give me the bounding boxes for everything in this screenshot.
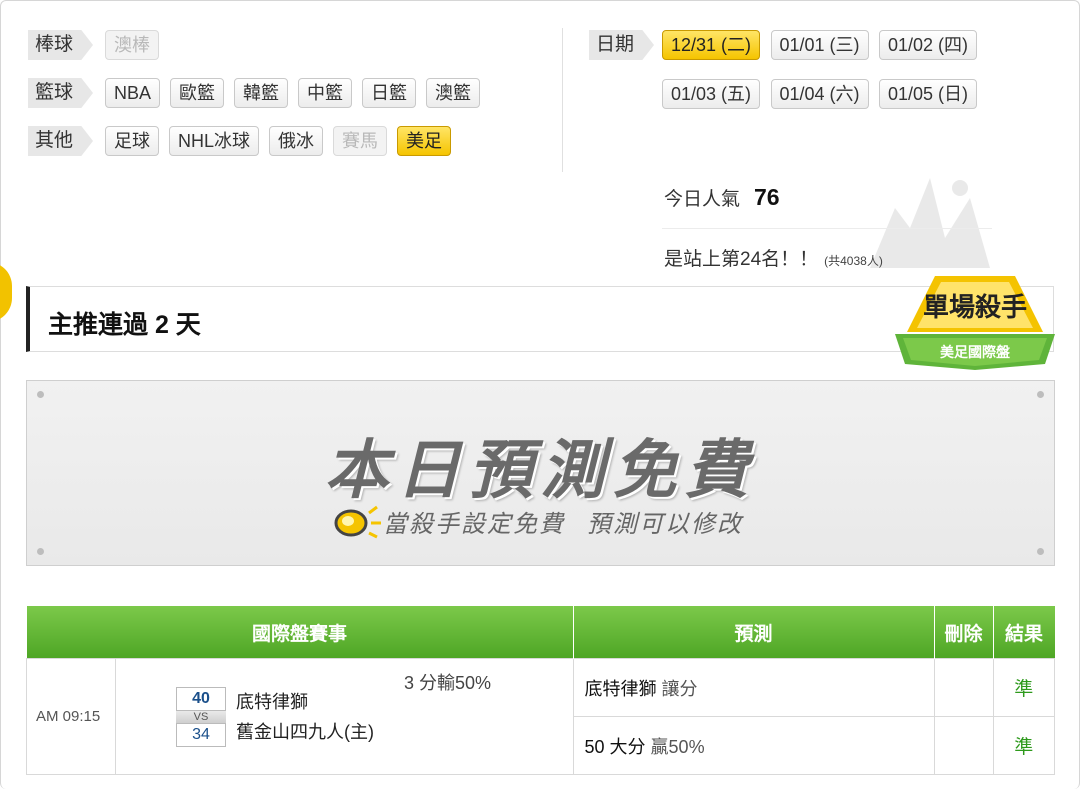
home-score: 34 (176, 722, 226, 747)
popularity-value: 76 (754, 184, 780, 210)
home-team[interactable]: 舊金山四九人(主) (236, 717, 374, 747)
badge-title: 單場殺手 (923, 293, 1027, 323)
sport-button-russia-hockey[interactable]: 俄冰 (269, 126, 324, 156)
sport-button-aus-baseball[interactable]: 澳棒 (105, 30, 160, 60)
category-label-other: 其他 (28, 126, 94, 156)
popularity-label: 今日人氣 (664, 189, 741, 210)
rivet-icon (1037, 391, 1044, 398)
prediction-main: 50 大分 (584, 736, 646, 757)
sport-button-korea-basketball[interactable]: 韓籃 (234, 78, 289, 108)
sport-button-nba[interactable]: NBA (105, 78, 161, 108)
rivet-icon (37, 548, 44, 555)
banner-sub-right: 預測可以修改 (587, 510, 743, 538)
handicap-line: 3 分輸50% (404, 672, 492, 693)
banner-title: 本日預測免費 (324, 434, 757, 506)
header-result: 結果 (993, 606, 1055, 659)
prediction-cell: 50 大分 贏50% (572, 716, 935, 775)
score-box: 40 VS 34 (176, 686, 226, 747)
prediction-cell: 底特律獅 讓分 (572, 658, 935, 717)
category-row-basketball: 籃球 NBA 歐籃 韓籃 中籃 日籃 澳籃 (28, 78, 490, 108)
headline-text: 主推連過 2 天 (48, 311, 201, 339)
date-row-1: 12/31 (二) 01/01 (三) 01/02 (四) (662, 30, 1062, 60)
rivet-icon (37, 391, 44, 398)
date-row-2: 01/03 (五) 01/04 (六) 01/05 (日) (662, 79, 1062, 109)
date-button-0102[interactable]: 01/02 (四) (879, 30, 978, 60)
date-button-1231[interactable]: 12/31 (二) (662, 30, 761, 60)
prediction-main: 底特律獅 (584, 678, 657, 699)
killer-badge: 單場殺手 美足國際盤 (895, 276, 1055, 370)
prediction-detail: 讓分 (661, 678, 698, 699)
table-row: AM 09:15 40 VS 34 底特律獅 舊金山四九人(主) 3 分輸50%… (26, 658, 1055, 775)
column-divider (562, 28, 563, 172)
header-event: 國際盤賽事 (26, 606, 574, 659)
away-team[interactable]: 底特律獅 (236, 687, 374, 717)
popularity: 今日人氣 76 (664, 184, 780, 211)
rank-text: 是站上第24名！！ (664, 249, 819, 270)
delete-cell[interactable] (933, 658, 994, 717)
date-button-0101[interactable]: 01/01 (三) (770, 30, 869, 60)
header-delete: 刪除 (934, 606, 994, 659)
rank-total: (共4038人) (824, 254, 883, 268)
category-label-baseball: 棒球 (28, 30, 94, 60)
sport-button-horse-racing[interactable]: 賽馬 (333, 126, 388, 156)
sport-button-japan-basketball[interactable]: 日籃 (362, 78, 417, 108)
result-cell: 準 (992, 716, 1055, 775)
delete-cell[interactable] (933, 716, 994, 775)
sport-button-nhl[interactable]: NHL冰球 (169, 126, 260, 156)
category-label-basketball: 籃球 (28, 78, 94, 108)
sport-button-soccer[interactable]: 足球 (105, 126, 160, 156)
category-row-baseball: 棒球 澳棒 (28, 30, 169, 60)
sport-button-china-basketball[interactable]: 中籃 (298, 78, 353, 108)
date-button-0105[interactable]: 01/05 (日) (879, 79, 978, 109)
category-row-other: 其他 足球 NHL冰球 俄冰 賽馬 美足 (28, 126, 461, 156)
stats-divider (662, 228, 992, 229)
away-score: 40 (176, 686, 226, 711)
free-banner: 本日預測免費 當殺手設定免費 預測可以修改 (26, 380, 1055, 566)
date-button-0103[interactable]: 01/03 (五) (662, 79, 761, 109)
prediction-detail: 贏50% (650, 736, 705, 757)
lightbulb-icon (334, 505, 381, 539)
sport-button-euro-basketball[interactable]: 歐籃 (170, 78, 225, 108)
table-header-row: 國際盤賽事 預測 刪除 結果 (26, 606, 1055, 659)
header-prediction: 預測 (573, 606, 935, 659)
banner-subtitle: 當殺手設定免費 預測可以修改 (331, 503, 743, 539)
vs-label: VS (176, 710, 226, 723)
rank: 是站上第24名！！ (共4038人) (664, 244, 883, 271)
rivet-icon (1037, 548, 1044, 555)
team-names: 底特律獅 舊金山四九人(主) (236, 687, 374, 747)
date-button-0104[interactable]: 01/04 (六) (770, 79, 869, 109)
game-time: AM 09:15 (26, 658, 116, 775)
sport-button-american-football[interactable]: 美足 (397, 126, 452, 156)
banner-sub-left: 當殺手設定免費 (383, 510, 565, 538)
games-table: 國際盤賽事 預測 刪除 結果 AM 09:15 40 VS 34 底特律獅 舊金… (26, 606, 1055, 775)
game-matchup: 40 VS 34 底特律獅 舊金山四九人(主) 3 分輸50% (115, 658, 574, 775)
date-label: 日期 (589, 30, 655, 60)
sport-button-aus-basketball[interactable]: 澳籃 (426, 78, 481, 108)
result-cell: 準 (992, 658, 1055, 717)
badge-subtitle: 美足國際盤 (940, 344, 1011, 361)
